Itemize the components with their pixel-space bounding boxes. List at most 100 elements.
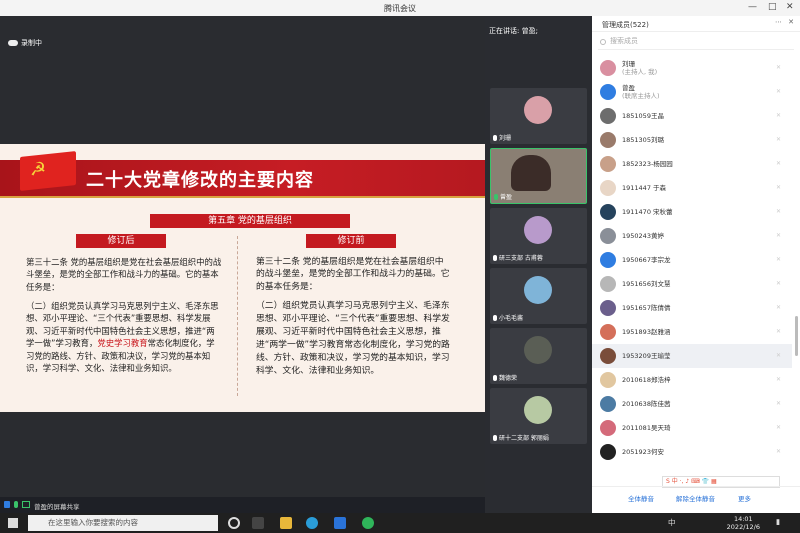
member-name: 刘珊 (主持人, 我) (622, 60, 658, 76)
avatar (524, 336, 552, 364)
tile-name: 研三支部 古甫蓉 (499, 255, 543, 262)
member-mic-icon[interactable]: ✕ (776, 352, 786, 359)
member-mic-icon[interactable]: ✕ (776, 448, 786, 455)
member-mic-icon[interactable]: ✕ (776, 136, 786, 143)
member-mic-icon[interactable]: ✕ (776, 400, 786, 407)
member-mic-icon[interactable]: ✕ (776, 304, 786, 311)
avatar (600, 444, 616, 460)
recording-label: 录制中 (21, 39, 42, 47)
unmute-all-button[interactable]: 解除全体静音 (676, 493, 715, 503)
file-explorer-icon[interactable] (280, 517, 292, 529)
avatar (600, 252, 616, 268)
member-search-input[interactable]: 搜索成员 (598, 36, 794, 50)
member-row[interactable]: 1953209王瑜莹 ✕ (592, 344, 792, 368)
screen-share-bar[interactable]: 曾盈的屏幕共享 (0, 497, 485, 513)
widgets-icon[interactable] (252, 517, 264, 529)
member-row[interactable]: 2010638陈佳茜 ✕ (592, 392, 792, 416)
tile-name: 刘珊 (499, 135, 512, 142)
member-row[interactable]: 2011081吴天琦 ✕ (592, 416, 792, 440)
before-revision-label: 修订前 (306, 234, 396, 248)
member-row[interactable]: 1950243黄婷 ✕ (592, 224, 792, 248)
member-mic-icon[interactable]: ✕ (776, 88, 786, 95)
member-mic-icon[interactable]: ✕ (776, 280, 786, 287)
windows-start-icon[interactable] (8, 518, 18, 528)
video-tile[interactable]: 研三支部 古甫蓉 (490, 208, 587, 264)
member-name: 1851305刘璐 (622, 136, 664, 144)
avatar (524, 216, 552, 244)
close-button[interactable]: ✕ (786, 2, 794, 12)
avatar (600, 276, 616, 292)
taskbar-search-input[interactable]: 在这里输入你要搜索的内容 (28, 515, 218, 531)
video-strip: 正在讲话: 曾盈; 刘珊 曾盈 研三支部 古甫蓉 小毛毛酱 魏德荣 研十二支部 … (485, 16, 592, 513)
video-tile[interactable]: 曾盈 (490, 148, 587, 204)
avatar (600, 396, 616, 412)
window-titlebar: 腾讯会议 — □ ✕ (0, 0, 800, 16)
video-tile[interactable]: 魏德荣 (490, 328, 587, 384)
slide-title: 二十大党章修改的主要内容 (86, 170, 314, 191)
member-row[interactable]: 1851059王晶 ✕ (592, 104, 792, 128)
mic-icon (493, 374, 497, 381)
member-mic-icon[interactable]: ✕ (776, 160, 786, 167)
notification-icon[interactable]: ▮ (776, 517, 780, 526)
member-row[interactable]: 1911470 宋秋蕾 ✕ (592, 200, 792, 224)
system-clock[interactable]: 14:01 2022/12/6 (727, 515, 760, 531)
member-name: 曾盈 (联席主持人) (622, 84, 660, 100)
member-list-scrollbar[interactable] (795, 316, 798, 356)
member-name: 1951656刘文慧 (622, 280, 671, 288)
member-mic-icon[interactable]: ✕ (776, 376, 786, 383)
member-row[interactable]: 1911447 于森 ✕ (592, 176, 792, 200)
wechat-icon[interactable] (362, 517, 374, 529)
more-icon[interactable]: ⋯ (775, 18, 782, 26)
tencent-meeting-icon[interactable] (334, 517, 346, 529)
before-paragraph-2: （二）组织党员认真学习马克思列宁主义、毛泽东思想、邓小平理论、“三个代表”重要思… (256, 301, 450, 376)
mute-all-button[interactable]: 全体静音 (628, 493, 654, 503)
avatar (600, 84, 616, 100)
mic-icon (493, 254, 497, 261)
avatar (600, 132, 616, 148)
video-tile[interactable]: 小毛毛酱 (490, 268, 587, 324)
member-row[interactable]: 1950667李宗龙 ✕ (592, 248, 792, 272)
member-mic-icon[interactable]: ✕ (776, 328, 786, 335)
member-row[interactable]: 1951656刘文慧 ✕ (592, 272, 792, 296)
avatar (600, 324, 616, 340)
member-mic-icon[interactable]: ✕ (776, 184, 786, 191)
avatar (600, 180, 616, 196)
member-mic-icon[interactable]: ✕ (776, 232, 786, 239)
mic-icon (493, 314, 497, 321)
edge-browser-icon[interactable] (306, 517, 318, 529)
minimize-button[interactable]: — (748, 2, 757, 12)
windows-taskbar: 在这里输入你要搜索的内容 中 14:01 2022/12/6 ▮ (0, 513, 800, 533)
clock-time: 14:01 (733, 515, 753, 523)
member-row[interactable]: 1951657陈倩倩 ✕ (592, 296, 792, 320)
member-mic-icon[interactable]: ✕ (776, 208, 786, 215)
avatar (600, 348, 616, 364)
avatar (524, 396, 552, 424)
member-name: 2010638陈佳茜 (622, 400, 671, 408)
member-row[interactable]: 曾盈 (联席主持人) ✕ (592, 80, 792, 104)
video-tile[interactable]: 刘珊 (490, 88, 587, 144)
more-button[interactable]: 更多 (738, 493, 751, 503)
member-mic-icon[interactable]: ✕ (776, 64, 786, 71)
avatar (600, 300, 616, 316)
member-row[interactable]: 刘珊 (主持人, 我) ✕ (592, 56, 792, 80)
member-row[interactable]: 2010618郑浩梓 ✕ (592, 368, 792, 392)
party-flag-icon: ☭ (20, 151, 76, 191)
avatar (600, 60, 616, 76)
member-mic-icon[interactable]: ✕ (776, 256, 786, 263)
video-tile[interactable]: 研十二支部 郭丽娟 (490, 388, 587, 444)
member-row[interactable]: 2051923何安 ✕ (592, 440, 792, 464)
task-view-icon[interactable] (228, 517, 240, 529)
member-name: 1950667李宗龙 (622, 256, 671, 264)
after-paragraph-2: （二）组织党员认真学习马克思列宁主义、毛泽东思想、邓小平理论、“三个代表”重要思… (26, 301, 219, 374)
member-row[interactable]: 1951893赵雅涵 ✕ (592, 320, 792, 344)
member-row[interactable]: 1852323-杨园园 ✕ (592, 152, 792, 176)
before-paragraph-1: 第三十二条 党的基层组织是党在社会基层组织中的战斗堡垒，是党的全部工作和战斗力的… (256, 257, 450, 292)
tile-name: 曾盈 (500, 194, 513, 201)
member-mic-icon[interactable]: ✕ (776, 112, 786, 119)
input-language-indicator[interactable]: 中 (668, 517, 676, 528)
member-row[interactable]: 1851305刘璐 ✕ (592, 128, 792, 152)
member-mic-icon[interactable]: ✕ (776, 424, 786, 431)
close-panel-icon[interactable]: ✕ (788, 18, 794, 26)
tile-name: 小毛毛酱 (499, 315, 524, 322)
maximize-button[interactable]: □ (768, 2, 777, 12)
